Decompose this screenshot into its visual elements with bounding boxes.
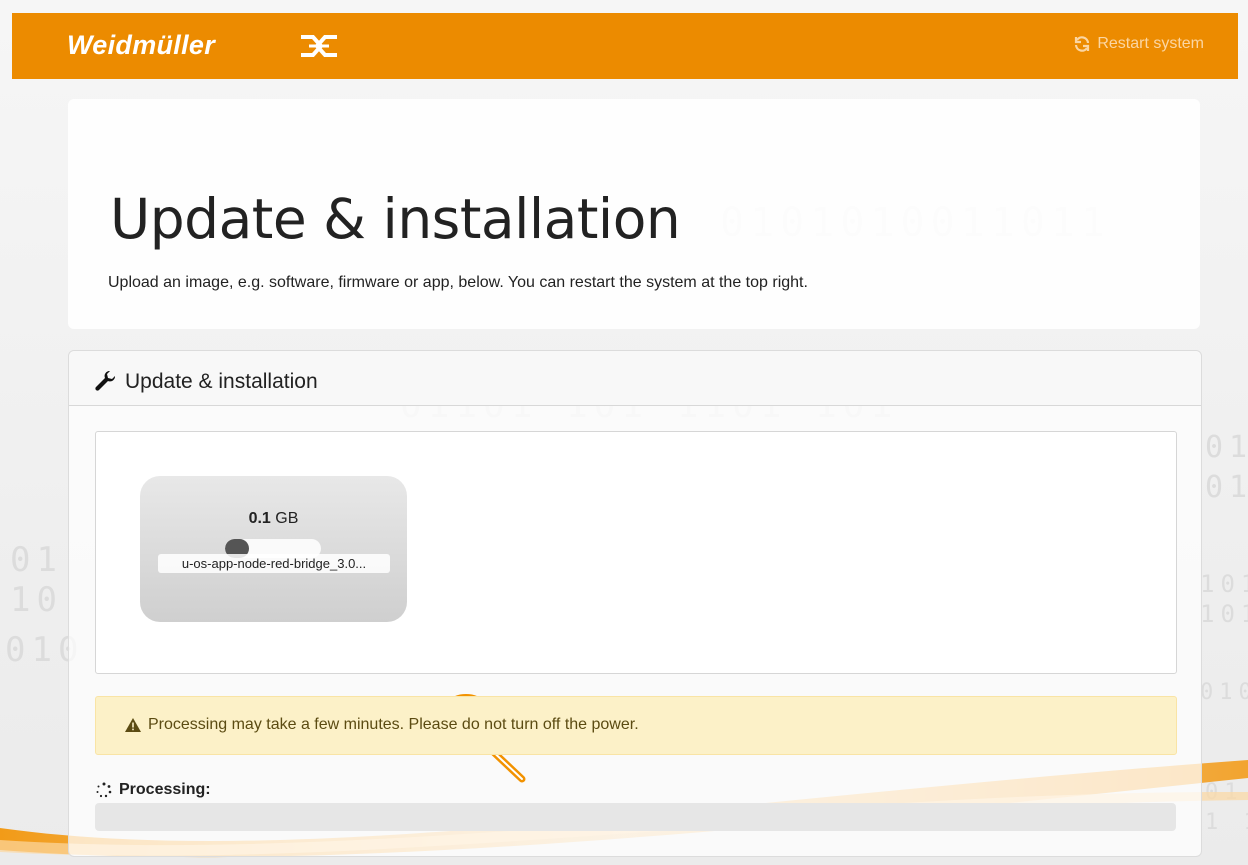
processing-progress-bar [95,803,1176,831]
warning-alert-text: Processing may take a few minutes. Pleas… [148,716,639,733]
file-size-value: 0.1 [248,510,271,527]
processing-label: Processing: [119,781,211,798]
warning-alert-content: Processing may take a few minutes. Pleas… [124,716,639,734]
restart-system-button[interactable]: Restart system [1073,35,1204,53]
background-binary-pattern: 101 [1200,600,1248,628]
page-title: Update & installation [110,187,681,251]
uploaded-file-preview[interactable]: 0.1 GB u-os-app-node-red-bridge_3.0... [140,476,407,622]
background-binary-pattern: 10 [10,580,63,620]
card-header: Update & installation [69,351,1201,406]
spinner-icon [96,782,112,798]
file-upload-dropzone[interactable]: 0.1 GB u-os-app-node-red-bridge_3.0... [95,431,1177,783]
page-hero: Update & installation Upload an image, e… [68,99,1200,329]
file-size: 0.1 GB [140,510,407,528]
top-navigation-bar: Weidmüller Restart system [12,13,1238,79]
restart-system-label: Restart system [1097,35,1204,52]
card-title-label: Update & installation [125,370,318,393]
warning-triangle-icon [125,718,141,732]
page-description: Upload an image, e.g. software, firmware… [108,274,808,291]
background-binary-pattern: 101 [1200,570,1248,598]
warning-alert: Processing may take a few minutes. Pleas… [95,696,1177,755]
processing-status: Processing: [95,781,211,799]
background-binary-pattern: 01 [1205,430,1248,465]
file-name: u-os-app-node-red-bridge_3.0... [158,554,390,573]
background-binary-pattern: 01 [1205,470,1248,505]
weidmuller-logo-icon [301,35,337,57]
file-size-unit: GB [275,510,299,527]
background-binary-pattern: 010 [1200,680,1248,705]
update-installation-card: Update & installation 0.1 GB u-os-app-no… [68,350,1202,857]
card-title: Update & installation [95,370,318,394]
brand-logo[interactable]: Weidmüller [67,30,215,61]
background-binary-pattern: 01 [10,540,63,580]
wrench-icon [95,371,116,391]
sync-icon [1075,36,1090,52]
